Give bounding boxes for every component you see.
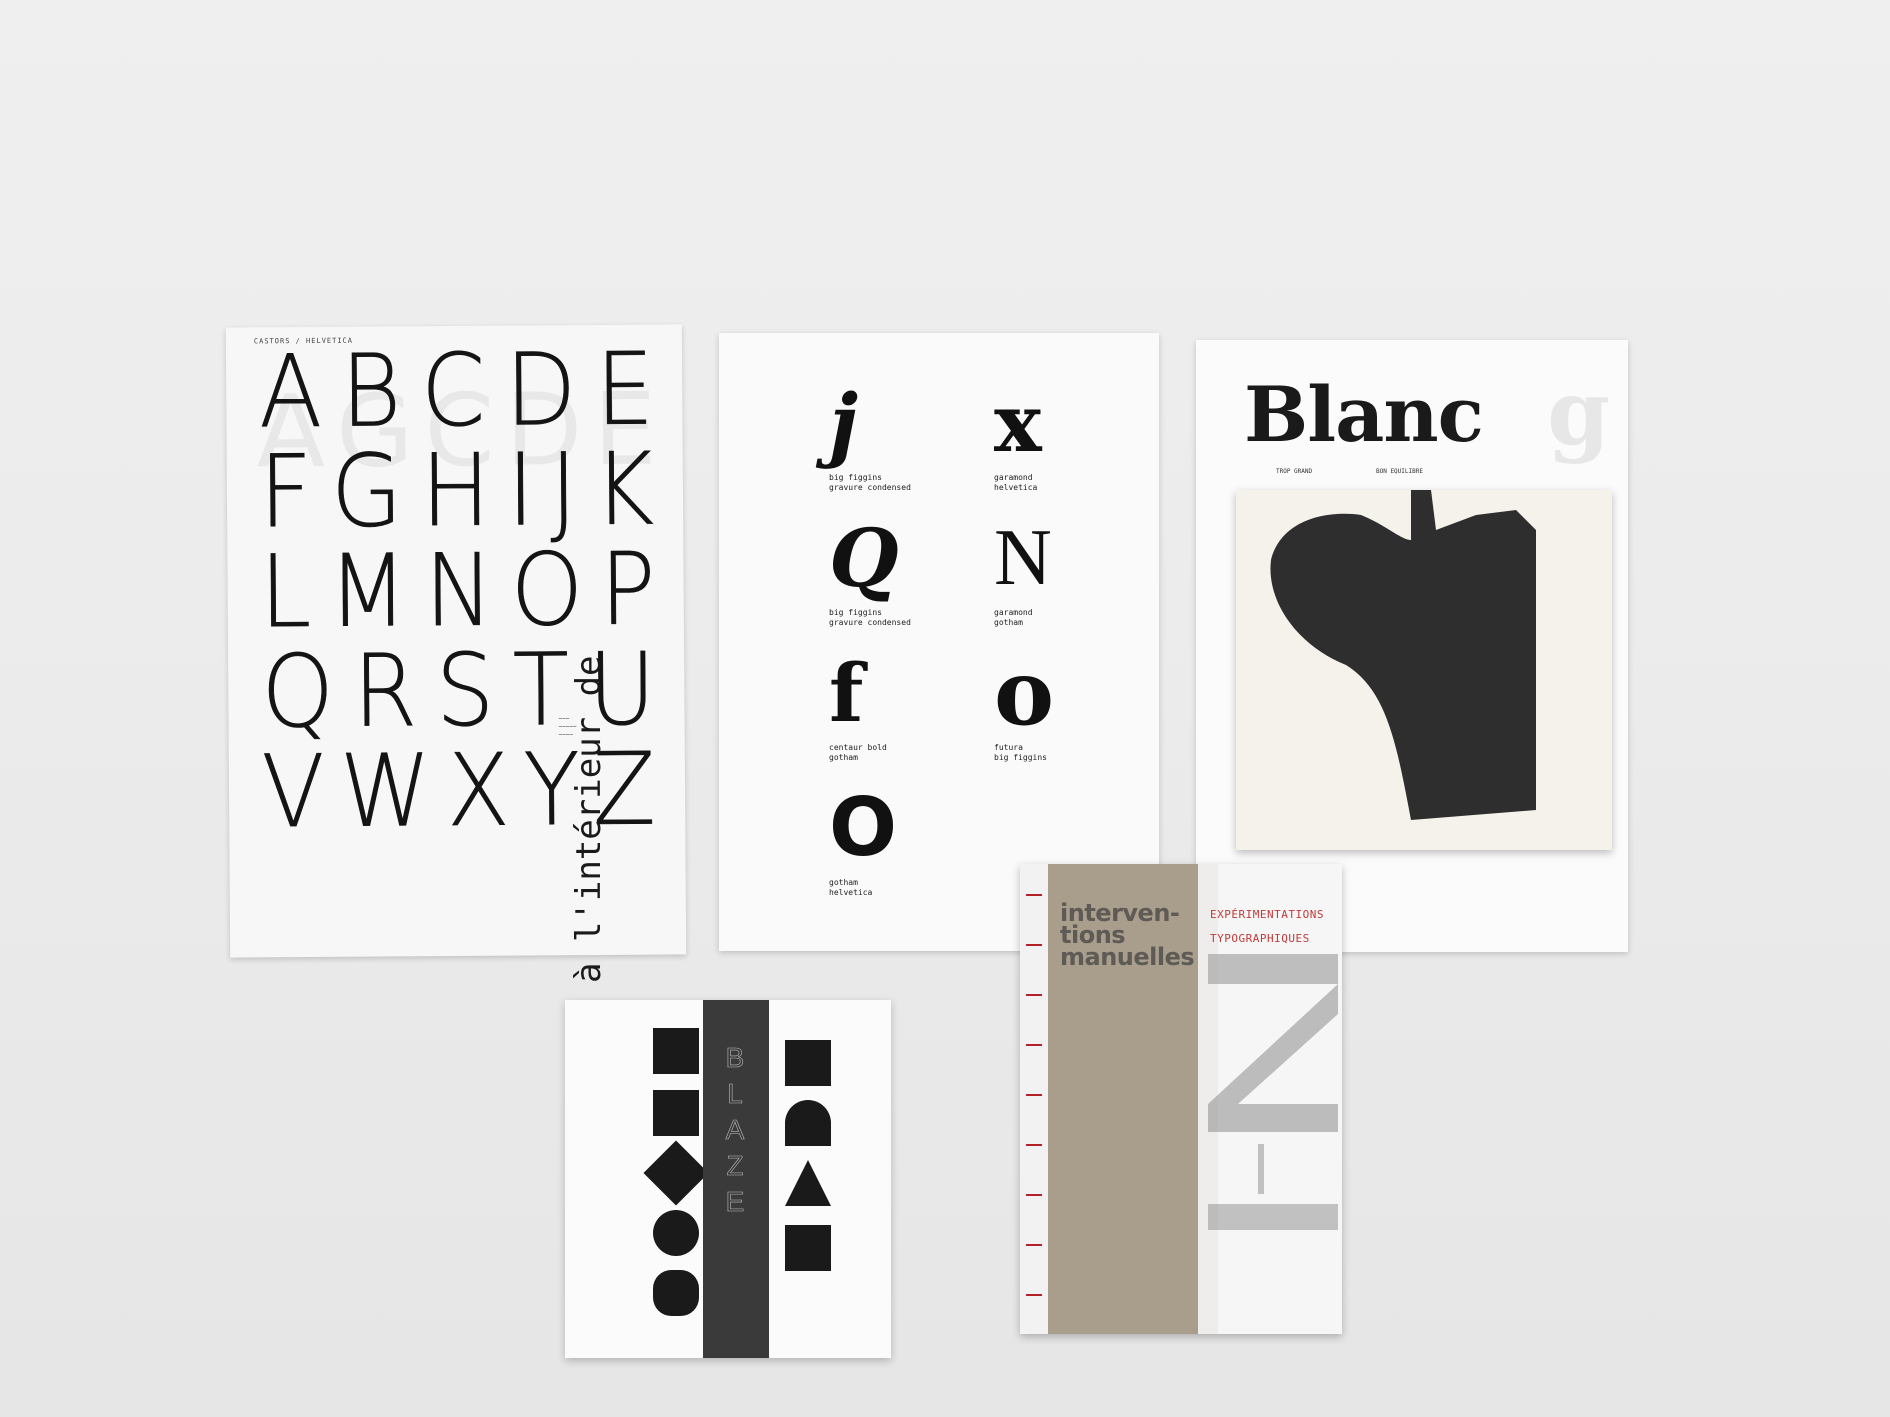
blaze-letter: E xyxy=(725,1186,747,1218)
glyph-cell: o futura big figgins xyxy=(984,643,1104,763)
glyph-cell: N garamond gotham xyxy=(984,508,1104,628)
stencil-letter: B xyxy=(340,332,403,450)
stencil-letter: G xyxy=(330,432,403,550)
glyph-tile xyxy=(653,1028,699,1074)
red-stitch xyxy=(1026,994,1042,996)
glyph-cell: x garamond helvetica xyxy=(984,373,1104,493)
stencil-letter: A xyxy=(258,332,323,451)
alphabet-row-1: ABCDE xyxy=(256,330,657,451)
stencil-letter: I xyxy=(507,431,536,549)
glyph: N xyxy=(994,514,1052,602)
blaze-band: BLAZE xyxy=(703,1000,769,1358)
booklet-spine xyxy=(1020,864,1048,1334)
glyph-tile xyxy=(653,1210,699,1256)
glyph-cell: j big figgins gravure condensed xyxy=(819,373,939,493)
stencil-letter: O xyxy=(510,531,584,649)
vertical-title: à l'intérieur de xyxy=(569,655,609,983)
stencil-letter: W xyxy=(339,732,432,850)
stencil-letter: P xyxy=(599,530,656,648)
blaze-letter: A xyxy=(725,1114,747,1146)
stencil-letter: H xyxy=(420,431,491,550)
glyph-caption: garamond helvetica xyxy=(994,473,1038,492)
red-heading-line: TYPOGRAPHIQUES xyxy=(1210,932,1310,945)
glyph-tile xyxy=(785,1040,831,1086)
glyph-caption: big figgins gravure condensed xyxy=(829,608,911,627)
glyph-tile xyxy=(785,1160,831,1206)
stencil-letter: F xyxy=(258,433,313,551)
red-stitch xyxy=(1026,1294,1042,1296)
red-stitch xyxy=(1026,1144,1042,1146)
blaze-letter: Z xyxy=(726,1150,746,1182)
stencil-letter: N xyxy=(424,531,494,650)
stencil-letter: V xyxy=(261,732,326,851)
red-stitch xyxy=(1026,1244,1042,1246)
red-stitch xyxy=(1026,894,1042,896)
blanc-word: Blanc xyxy=(1244,370,1484,459)
alphabet-row-2: FGHIJK xyxy=(257,430,658,551)
note-trop-grand: TROP GRAND xyxy=(1276,468,1313,475)
glyph-caption: big figgins gravure condensed xyxy=(829,473,911,492)
stencil-letter: Q xyxy=(261,632,335,751)
glyph: o xyxy=(994,640,1055,746)
glyph: j xyxy=(829,376,858,470)
glyph-specimen-poster: à l'intérieur de j big figgins gravure c… xyxy=(569,333,1159,983)
red-stitch xyxy=(1026,944,1042,946)
blaze-letter: L xyxy=(727,1078,745,1110)
glyph-tile xyxy=(643,1140,709,1206)
interventions-booklet: interven- tions manuelles EXPÉRIMENTATIO… xyxy=(1020,864,1342,1334)
red-stitch xyxy=(1026,1094,1042,1096)
glyph: x xyxy=(994,376,1042,470)
stencil-letter: M xyxy=(327,532,408,650)
blaze-letter: B xyxy=(725,1042,747,1074)
glyph-caption: futura big figgins xyxy=(994,743,1047,762)
glyph-cell: O gotham helvetica xyxy=(819,778,939,898)
stencil-letter: R xyxy=(352,632,418,750)
abstract-shape xyxy=(1270,490,1536,820)
glyph-cell: Q big figgins gravure condensed xyxy=(819,508,939,628)
glyph-cell: f centaur bold gotham xyxy=(819,643,939,763)
red-stitch xyxy=(1026,1044,1042,1046)
red-heading-line: EXPÉRIMENTATIONS xyxy=(1210,908,1324,921)
glyph-tile xyxy=(653,1270,699,1316)
stencil-letter: C xyxy=(420,331,486,450)
shape-card xyxy=(1236,490,1612,850)
blaze-title: BLAZE xyxy=(703,1040,769,1220)
stencil-letter: S xyxy=(435,631,495,750)
glyph-caption: garamond gotham xyxy=(994,608,1033,627)
booklet-title: interven- tions manuelles xyxy=(1060,901,1195,971)
glyph: f xyxy=(829,646,864,740)
alphabet-row-3: LMNOP xyxy=(257,530,658,651)
note-bon-equilibre: BON EQUILIBRE xyxy=(1376,468,1423,475)
glyph-tile xyxy=(653,1090,699,1136)
glyph: Q xyxy=(829,511,899,605)
blaze-booklet: BLAZE xyxy=(565,1000,891,1358)
ghost-glyph: g xyxy=(1547,360,1610,466)
stencil-letter: K xyxy=(593,430,655,549)
title-line: manuelles xyxy=(1060,943,1195,971)
glyph-tile xyxy=(785,1100,831,1146)
glyph-caption: centaur bold gotham xyxy=(829,743,887,762)
stencil-letter: J xyxy=(549,431,578,549)
glyph-caption: gotham helvetica xyxy=(829,878,873,897)
stencil-letter: X xyxy=(445,731,510,850)
stencil-letter: D xyxy=(504,331,577,449)
stencil-letter: E xyxy=(595,330,655,449)
red-stitch xyxy=(1026,1194,1042,1196)
alphabet-poster: CASTORS / HELVETICA AGCDE ABCDE FGHIJK L… xyxy=(225,324,687,958)
stencil-letter: L xyxy=(259,533,312,651)
glyph: O xyxy=(829,781,898,874)
glyph-tile xyxy=(785,1225,831,1271)
